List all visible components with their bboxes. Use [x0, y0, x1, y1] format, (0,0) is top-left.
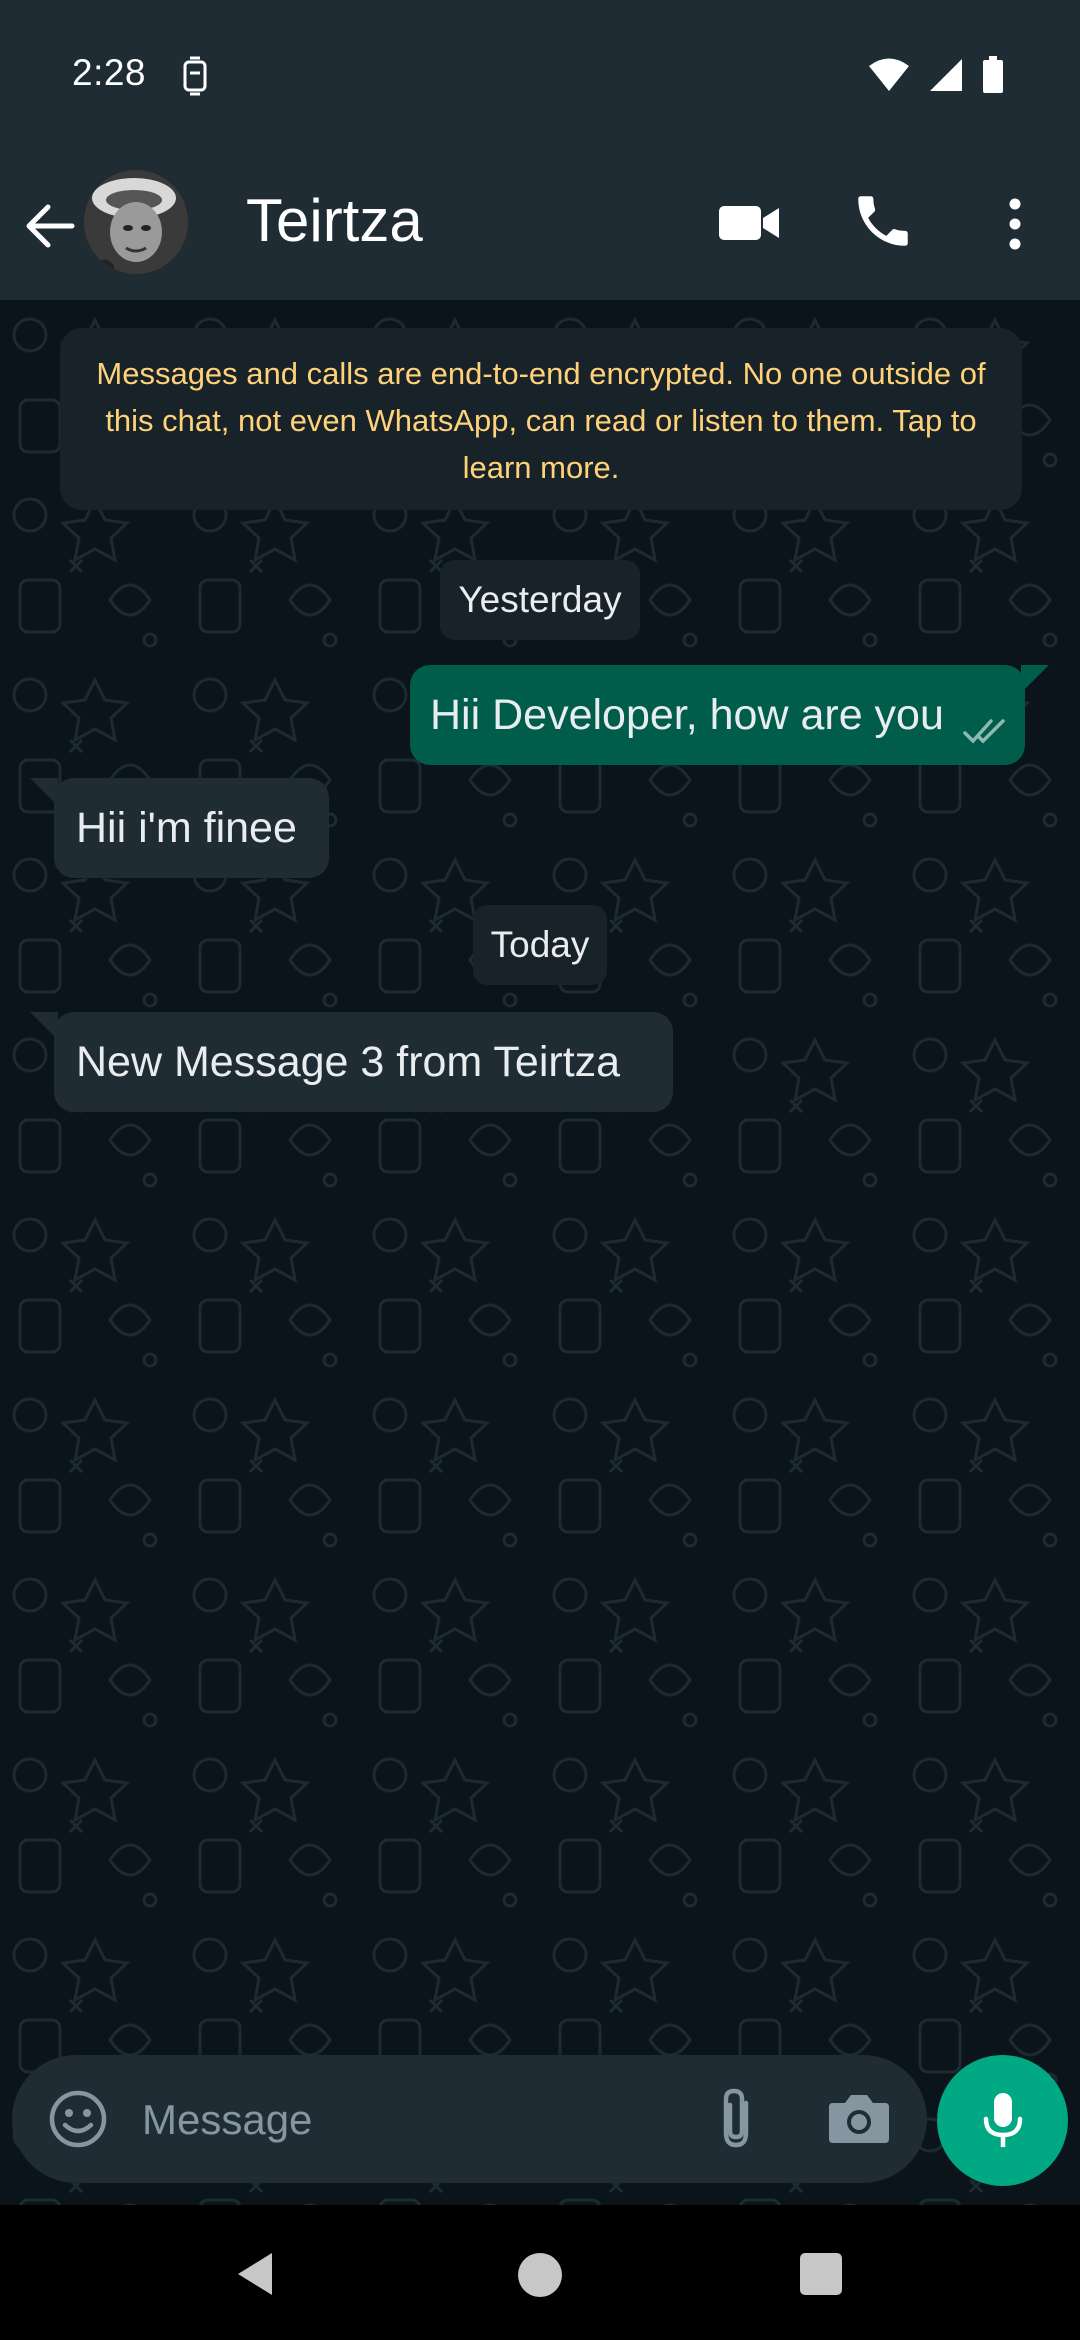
double-check-icon: [963, 709, 1013, 744]
nav-recents-icon[interactable]: [800, 2253, 842, 2295]
camera-icon[interactable]: [827, 2089, 891, 2147]
attach-icon[interactable]: [712, 2087, 762, 2151]
contact-name[interactable]: Teirtza: [246, 186, 423, 255]
system-nav-bar: [0, 2205, 1080, 2340]
message-bubble-incoming[interactable]: Hii i'm finee: [30, 778, 329, 878]
bubble-tail: [1021, 665, 1049, 693]
notification-icon: [180, 56, 210, 101]
chat-area[interactable]: Messages and calls are end-to-end encryp…: [0, 300, 1080, 2205]
message-composer: [12, 2055, 927, 2183]
avatar[interactable]: [84, 170, 188, 274]
message-bubble-outgoing[interactable]: Hii Developer, how are you: [410, 665, 1049, 765]
encryption-notice[interactable]: Messages and calls are end-to-end encryp…: [60, 328, 1022, 510]
mic-button[interactable]: [937, 2055, 1068, 2186]
signal-icon: [928, 57, 964, 98]
message-input[interactable]: [142, 2085, 662, 2155]
phone-icon[interactable]: [850, 188, 916, 254]
battery-icon: [982, 56, 1004, 99]
status-time: 2:28: [72, 52, 147, 93]
bubble-tail: [30, 778, 58, 806]
video-call-icon[interactable]: [715, 198, 785, 248]
bubble-tail: [30, 1012, 58, 1040]
message-text: Hii Developer, how are you: [430, 690, 944, 739]
mic-icon: [983, 2092, 1022, 2147]
status-bar: 2:28: [0, 0, 1080, 150]
nav-home-icon[interactable]: [518, 2253, 562, 2297]
wifi-icon: [868, 57, 910, 98]
date-chip-yesterday: Yesterday: [440, 560, 640, 640]
back-arrow-icon[interactable]: [18, 194, 82, 258]
nav-back-icon[interactable]: [232, 2249, 278, 2299]
message-text: New Message 3 from Teirtza: [76, 1037, 621, 1086]
message-bubble-incoming[interactable]: New Message 3 from Teirtza: [30, 1012, 673, 1112]
date-chip-today: Today: [473, 905, 607, 985]
emoji-icon[interactable]: [48, 2089, 108, 2149]
message-text: Hii i'm finee: [76, 803, 297, 852]
more-vert-icon[interactable]: [1000, 192, 1030, 256]
chat-header: Teirtza: [0, 150, 1080, 300]
